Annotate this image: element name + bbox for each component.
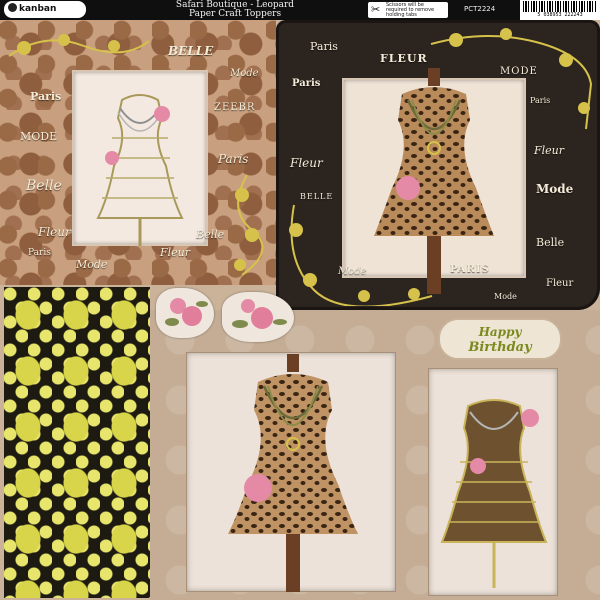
word-zeebr: ZEEBR <box>214 102 256 113</box>
word-belle-script: Belle <box>26 178 62 194</box>
barcode: 5 038953 222243 <box>520 0 600 20</box>
word-belle-2: Belle <box>196 228 225 241</box>
word-paris-3: Paris <box>28 248 51 258</box>
ivy-scroll-icon <box>234 174 264 276</box>
brand-name: kanban <box>19 4 57 14</box>
word-mode: Mode <box>230 68 259 79</box>
word-paris-2: Paris <box>218 152 249 166</box>
dark-word-belle-2: Belle <box>536 236 565 249</box>
rose-topper-2[interactable] <box>222 292 294 342</box>
dress-form-icon <box>440 399 548 588</box>
dark-word-mode-4: Mode <box>494 292 517 301</box>
word-fleur-2: Fleur <box>160 246 191 259</box>
leopard-topper-panel[interactable]: BELLE Mode Paris MODE Belle Fleur Paris … <box>0 20 276 285</box>
dark-topper-panel[interactable]: Paris FLEUR MODE Paris Fleur Fleur Mode … <box>276 20 600 310</box>
dark-word-paris-caps: PARIS <box>450 264 490 275</box>
dark-word-fleur: FLEUR <box>380 52 428 65</box>
word-belle: BELLE <box>168 44 214 58</box>
dark-word-paris: Paris <box>310 40 338 53</box>
title-line-2: Paper Craft Toppers <box>188 9 282 19</box>
rose-icon <box>232 299 287 329</box>
dark-word-fleur-4: Fleur <box>546 278 574 289</box>
scissors-icon: ✂ <box>371 3 381 16</box>
barcode-number: 5 038953 222243 <box>537 12 583 18</box>
damask-pattern-panel[interactable] <box>4 287 150 598</box>
dark-word-paris-2: Paris <box>292 78 321 89</box>
dark-word-fleur-2: Fleur <box>290 156 323 170</box>
ivy-scroll-icon <box>8 34 150 57</box>
rose-icon <box>165 298 208 326</box>
word-mode-caps: MODE <box>20 130 58 143</box>
ivy-scroll-icon <box>430 28 593 130</box>
kanban-logo-icon <box>8 3 17 12</box>
product-code: PCT2224 <box>464 5 496 13</box>
ivy-scroll-icon <box>289 204 433 306</box>
rose-topper-1[interactable] <box>156 288 214 338</box>
barcode-bars <box>523 1 597 12</box>
word-fleur: Fleur <box>38 225 71 239</box>
product-title: Safari Boutique - Leopard Paper Craft To… <box>160 1 310 19</box>
scissors-notice: ✂ Scissors will be required to remove ho… <box>368 2 448 18</box>
dark-word-fleur-3: Fleur <box>534 144 565 157</box>
happy-birthday-topper[interactable]: Happy Birthday <box>438 318 562 360</box>
leopard-dress-icon <box>228 354 358 592</box>
word-paris: Paris <box>30 90 62 103</box>
greeting-line-2: Birthday <box>468 340 532 355</box>
greeting-line-1: Happy <box>478 325 522 339</box>
dress-form-icon <box>96 94 184 246</box>
word-mode-2: Mode <box>76 258 108 271</box>
dark-word-mode-2: Mode <box>536 182 574 196</box>
brand-logo: kanban <box>4 1 86 18</box>
notice-text: Scissors will be required to remove hold… <box>386 2 435 18</box>
header-bar: kanban Safari Boutique - Leopard Paper C… <box>0 0 600 20</box>
